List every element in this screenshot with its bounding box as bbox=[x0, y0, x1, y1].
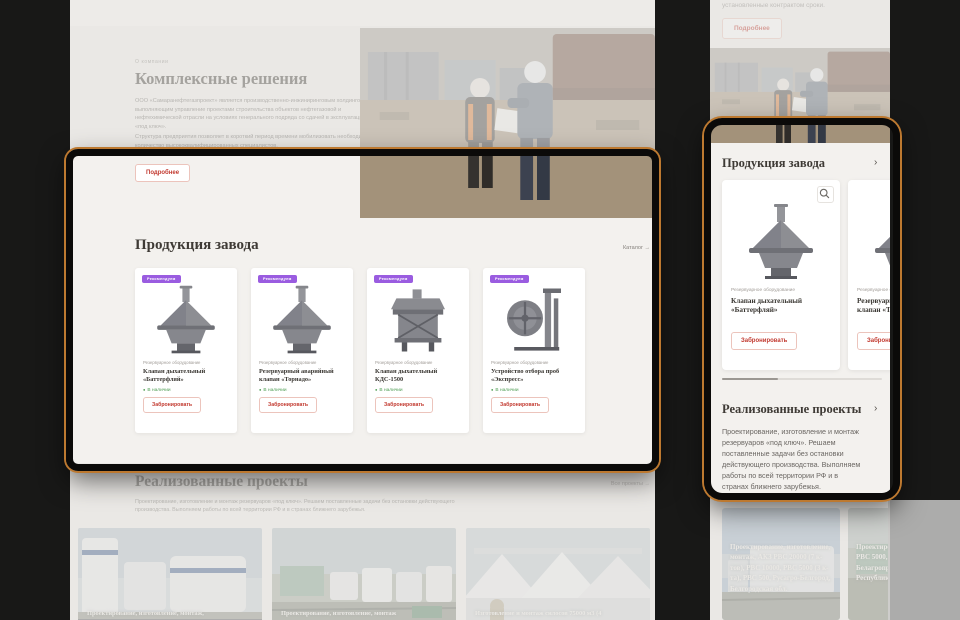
all-projects-label: Все проекты bbox=[611, 481, 643, 487]
desktop-top-strip bbox=[70, 0, 655, 26]
about-eyebrow: О компании bbox=[135, 59, 169, 65]
projects-section-title: Реализованные проекты bbox=[135, 473, 308, 491]
project-caption: Проектирование, изготовление, РВС 5000, … bbox=[856, 542, 890, 584]
mobile-hero-text: установленные контрактом сроки. bbox=[722, 2, 882, 9]
project-card[interactable]: Изготовление и монтаж силосов 75000 м3 (… bbox=[466, 528, 650, 620]
mobile-project-card[interactable]: Проектирование, изготовление, монтаж, АК… bbox=[722, 508, 840, 620]
project-caption: Проектирование, изготовление, монтаж, АК… bbox=[730, 542, 836, 594]
about-paragraph-2: Структура предприятия позволяет в коротк… bbox=[135, 133, 372, 150]
about-title: Комплексные решения bbox=[135, 69, 307, 89]
project-card[interactable]: Проектирование, изготовление, монтаж, bbox=[78, 528, 262, 620]
highlight-frame-desktop bbox=[66, 149, 659, 471]
arrow-right-icon: → bbox=[645, 481, 651, 487]
all-projects-link[interactable]: Все проекты → bbox=[540, 481, 650, 487]
mobile-more-button[interactable]: Подробнее bbox=[722, 18, 782, 39]
mobile-project-card[interactable]: Проектирование, изготовление, РВС 5000, … bbox=[848, 508, 890, 620]
project-caption: Проектирование, изготовление, монтаж, bbox=[87, 610, 253, 619]
adjacent-panel-edge bbox=[888, 500, 960, 620]
about-paragraph-1: ООО «Самаранефтегазпроект» является прои… bbox=[135, 97, 372, 131]
project-card[interactable]: Проектирование, изготовление, монтаж bbox=[272, 528, 456, 620]
projects-description: Проектирование, изготовление и монтаж ре… bbox=[135, 499, 470, 514]
project-caption: Проектирование, изготовление, монтаж bbox=[281, 610, 447, 619]
project-caption: Изготовление и монтаж силосов 75000 м3 (… bbox=[475, 610, 641, 619]
highlight-frame-mobile bbox=[704, 118, 900, 500]
